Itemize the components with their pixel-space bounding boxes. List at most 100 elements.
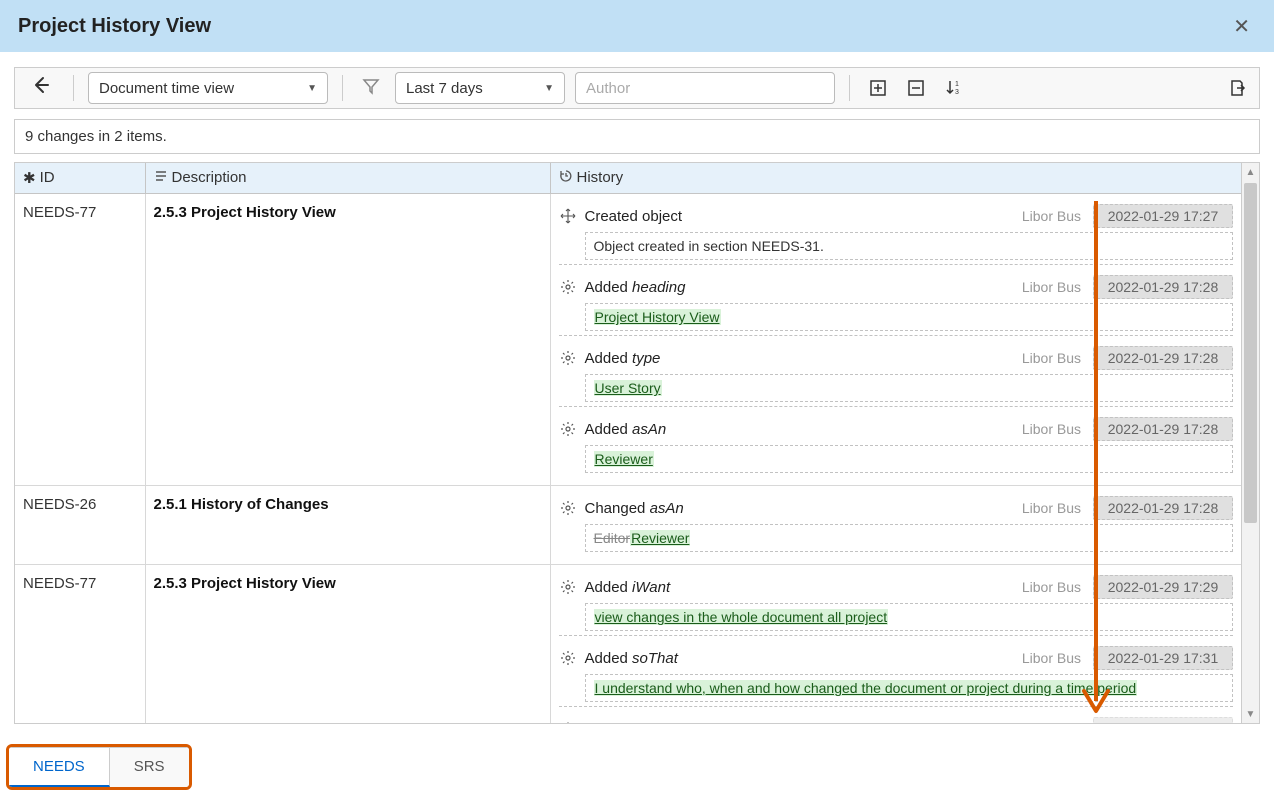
tab-srs[interactable]: SRS bbox=[110, 747, 189, 787]
grid-row: NEEDS-262.5.1 History of ChangesChanged … bbox=[15, 486, 1241, 565]
scrollbar-thumb[interactable] bbox=[1244, 183, 1257, 523]
history-entry-author: Libor Bus bbox=[1022, 650, 1081, 666]
history-entry-title: Added type bbox=[585, 350, 1014, 367]
sort-button[interactable]: 13 bbox=[940, 74, 968, 102]
history-entry-title: Added soThat bbox=[585, 650, 1014, 667]
scroll-down-button[interactable]: ▼ bbox=[1242, 705, 1259, 723]
history-entry-detail: I understand who, when and how changed t… bbox=[585, 674, 1234, 702]
history-entry-title: Added iWant bbox=[585, 579, 1014, 596]
minus-box-icon bbox=[907, 79, 925, 97]
history-cell: Added iWant Libor Bus 2022-01-29 17:29 view… bbox=[550, 565, 1241, 724]
close-icon[interactable]: ✕ bbox=[1227, 8, 1256, 45]
history-entry-detail: Reviewer bbox=[585, 445, 1234, 473]
history-entry-timestamp: 2022-01-29 17:28 bbox=[1093, 417, 1233, 441]
gear-icon bbox=[559, 499, 577, 517]
gear-icon bbox=[559, 349, 577, 367]
history-entry: Created objectLibor Bus2022-01-29 17:27O… bbox=[551, 200, 1242, 265]
move-icon bbox=[559, 207, 577, 225]
history-entry-author: Libor Bus bbox=[1022, 579, 1081, 595]
history-entry-detail: User Story bbox=[585, 374, 1234, 402]
sort-icon: 13 bbox=[944, 78, 964, 98]
gear-icon bbox=[559, 278, 577, 296]
item-id: NEEDS-77 bbox=[15, 194, 145, 486]
date-range-dropdown[interactable]: Last 7 days ▼ bbox=[395, 72, 565, 104]
history-entry-timestamp: 2022-01-29 17:28 bbox=[1093, 496, 1233, 520]
grid-row: NEEDS-772.5.3 Project History ViewAdded … bbox=[15, 565, 1241, 724]
history-entry-detail: Project History View bbox=[585, 303, 1234, 331]
history-entry-author: Libor Bus bbox=[1022, 208, 1081, 224]
list-icon bbox=[154, 169, 168, 187]
item-id: NEEDS-77 bbox=[15, 565, 145, 724]
vertical-scrollbar[interactable]: ▲ ▼ bbox=[1242, 162, 1260, 724]
column-header-id[interactable]: ✱ID bbox=[15, 163, 145, 194]
history-entry-header: Added asAn Libor Bus 2022-01-29 17:28 bbox=[551, 413, 1242, 445]
column-header-description[interactable]: Description bbox=[145, 163, 550, 194]
history-entry-timestamp: 2022-01-29 17:34 bbox=[1093, 717, 1233, 724]
plus-box-icon bbox=[869, 79, 887, 97]
expand-all-button[interactable] bbox=[864, 74, 892, 102]
history-entry-header: Added iWant Libor Bus 2022-01-29 17:29 bbox=[551, 571, 1242, 603]
toolbar-divider bbox=[73, 75, 74, 101]
arrow-left-icon bbox=[31, 75, 51, 95]
toolbar-divider bbox=[342, 75, 343, 101]
history-entry: Added headingLibor Bus2022-01-29 17:28Pr… bbox=[551, 271, 1242, 336]
column-header-history[interactable]: History bbox=[550, 163, 1241, 194]
history-grid: ✱ID Description History NEEDS-772.5.3 Pr… bbox=[14, 162, 1242, 724]
author-filter-input[interactable] bbox=[575, 72, 835, 104]
history-entry-timestamp: 2022-01-29 17:27 bbox=[1093, 204, 1233, 228]
export-button[interactable] bbox=[1223, 74, 1251, 102]
scroll-up-button[interactable]: ▲ bbox=[1242, 163, 1259, 181]
history-entry-author: Libor Bus bbox=[1022, 279, 1081, 295]
history-entry: Added asAn Libor Bus 2022-01-29 17:28 Revie… bbox=[551, 413, 1242, 473]
history-entry-header: Added soThat Libor Bus 2022-01-29 17:31 bbox=[551, 642, 1242, 674]
history-separator bbox=[559, 706, 1234, 707]
asterisk-icon: ✱ bbox=[23, 169, 36, 187]
history-entry-header: Added type Libor Bus 2022-01-29 17:28 bbox=[551, 342, 1242, 374]
svg-text:1: 1 bbox=[955, 81, 959, 88]
history-entry-author: Libor Bus bbox=[1022, 500, 1081, 516]
history-separator bbox=[559, 335, 1234, 336]
history-entry-detail: view changes in the whole document all p… bbox=[585, 603, 1234, 631]
history-entry-timestamp: 2022-01-29 17:28 bbox=[1093, 346, 1233, 370]
filter-button[interactable] bbox=[357, 76, 385, 101]
export-icon bbox=[1227, 78, 1247, 98]
history-entry-title: Changed asAn bbox=[585, 500, 1014, 517]
history-entry-timestamp: 2022-01-29 17:31 bbox=[1093, 646, 1233, 670]
view-dropdown-label: Document time view bbox=[99, 80, 234, 97]
history-entry-detail: EditorReviewer bbox=[585, 524, 1234, 552]
date-range-label: Last 7 days bbox=[406, 80, 483, 97]
history-entry: Changed asAn Libor Bus 2022-01-29 17:28 Edi… bbox=[551, 492, 1242, 552]
collapse-all-button[interactable] bbox=[902, 74, 930, 102]
history-entry-header: Added acceptanceCriteriaLibor Bus2022-01… bbox=[551, 713, 1242, 724]
back-button[interactable] bbox=[23, 75, 59, 101]
gear-icon bbox=[559, 420, 577, 438]
toolbar-divider bbox=[849, 75, 850, 101]
history-entry-title: Added asAn bbox=[585, 421, 1014, 438]
history-entry-header: Added headingLibor Bus2022-01-29 17:28 bbox=[551, 271, 1242, 303]
item-description: 2.5.1 History of Changes bbox=[145, 486, 550, 565]
item-description: 2.5.3 Project History View bbox=[145, 565, 550, 724]
chevron-down-icon: ▼ bbox=[307, 83, 317, 94]
item-description: 2.5.3 Project History View bbox=[145, 194, 550, 486]
svg-text:3: 3 bbox=[955, 89, 959, 96]
gear-icon bbox=[559, 649, 577, 667]
view-dropdown[interactable]: Document time view ▼ bbox=[88, 72, 328, 104]
gear-icon bbox=[559, 578, 577, 596]
history-separator bbox=[559, 635, 1234, 636]
history-entry-timestamp: 2022-01-29 17:28 bbox=[1093, 275, 1233, 299]
tab-needs[interactable]: NEEDS bbox=[9, 747, 110, 787]
history-entry-timestamp: 2022-01-29 17:29 bbox=[1093, 575, 1233, 599]
history-entry-title: Added acceptanceCriteria bbox=[585, 721, 1014, 724]
history-icon bbox=[559, 169, 573, 187]
history-entry: Added type Libor Bus 2022-01-29 17:28 User … bbox=[551, 342, 1242, 407]
item-id: NEEDS-26 bbox=[15, 486, 145, 565]
summary-text: 9 changes in 2 items. bbox=[14, 119, 1260, 154]
funnel-icon bbox=[361, 76, 381, 96]
window-title: Project History View bbox=[18, 15, 211, 38]
history-separator bbox=[559, 406, 1234, 407]
history-cell: Changed asAn Libor Bus 2022-01-29 17:28 Edi… bbox=[550, 486, 1241, 565]
history-entry-author: Libor Bus bbox=[1022, 421, 1081, 437]
document-tabs: NEEDS SRS bbox=[6, 744, 192, 790]
history-entry-author: Libor Bus bbox=[1022, 350, 1081, 366]
history-entry: Added acceptanceCriteriaLibor Bus2022-01… bbox=[551, 713, 1242, 724]
